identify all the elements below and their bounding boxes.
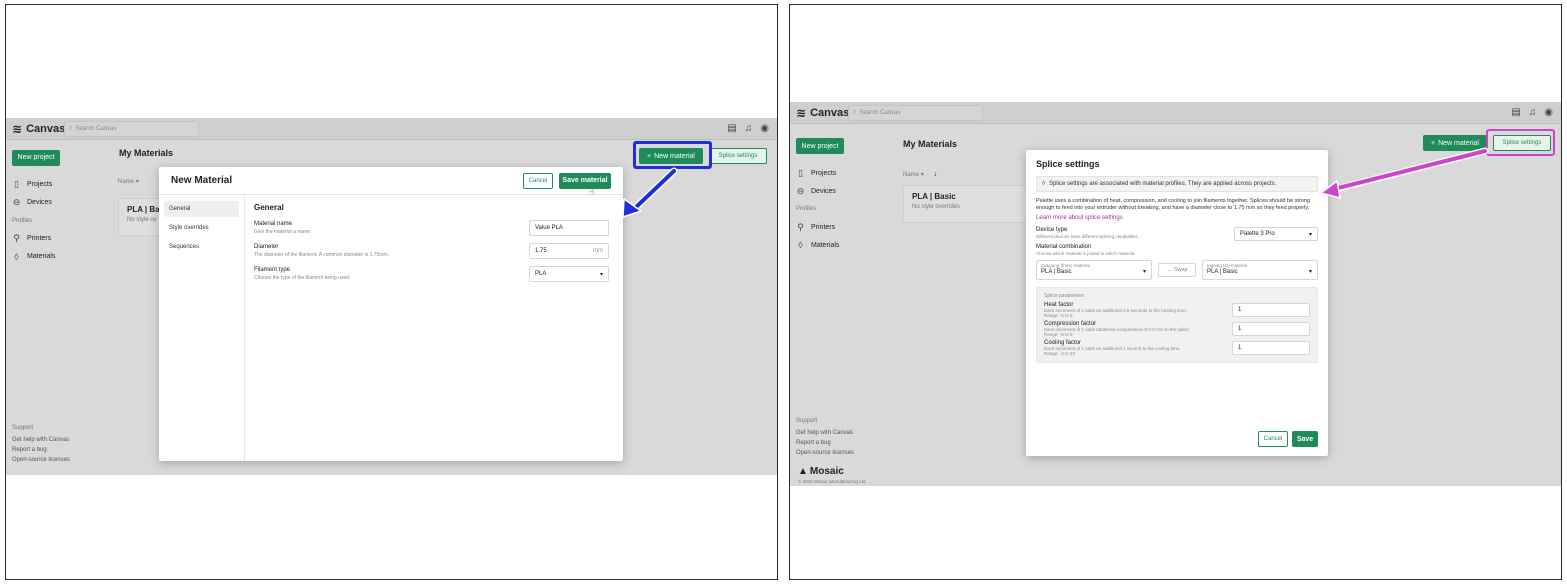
pink-arrow [1320, 147, 1489, 199]
blue-arrow [622, 167, 678, 218]
left-screenshot-panel: ≋ Canvas ⌕ Search Canvas ▤ ♫ ◉ New proje… [5, 4, 778, 580]
right-screenshot-panel: ≋ Canvas ⌕ Search Canvas ▤ ♫ ◉ New proje… [789, 4, 1562, 580]
